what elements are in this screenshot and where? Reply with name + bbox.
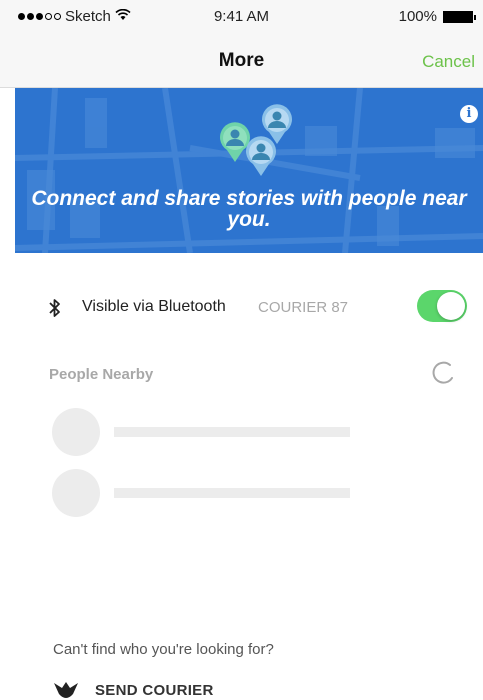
page-title: More	[218, 50, 265, 71]
hero-banner: i Connect and share stories with people …	[15, 88, 483, 253]
send-courier-label: SEND COURIER	[95, 681, 214, 699]
banner-text: Connect and share stories with people ne…	[31, 187, 467, 231]
placeholder-avatar	[52, 469, 100, 517]
cancel-button[interactable]: Cancel	[422, 52, 475, 72]
people-location-icon	[220, 104, 292, 176]
people-nearby-heading: People Nearby	[49, 366, 154, 383]
info-icon[interactable]: i	[460, 105, 478, 123]
device-name: COURIER 87	[258, 299, 349, 316]
toggle-knob	[437, 292, 465, 320]
placeholder-avatar	[52, 408, 100, 456]
nearby-placeholder-row	[52, 408, 352, 456]
cant-find-text: Can't find who you're looking for?	[53, 641, 274, 658]
courier-bird-icon	[54, 682, 78, 698]
bluetooth-icon	[48, 298, 62, 323]
loading-spinner-icon	[432, 361, 453, 384]
bluetooth-visibility-toggle[interactable]	[417, 290, 467, 322]
battery-percent: 100%	[398, 8, 437, 25]
battery-icon	[443, 10, 476, 23]
placeholder-text	[114, 488, 350, 498]
placeholder-text	[114, 427, 350, 437]
status-right: 100%	[398, 8, 476, 25]
nav-bar: More Cancel	[0, 30, 483, 88]
send-courier-button[interactable]: SEND COURIER	[53, 680, 214, 700]
status-bar: Sketch 9:41 AM 100%	[0, 0, 483, 30]
nearby-placeholder-row	[52, 469, 352, 517]
bluetooth-visibility-row: Visible via Bluetooth COURIER 87	[48, 290, 468, 326]
bluetooth-label: Visible via Bluetooth	[82, 298, 226, 315]
